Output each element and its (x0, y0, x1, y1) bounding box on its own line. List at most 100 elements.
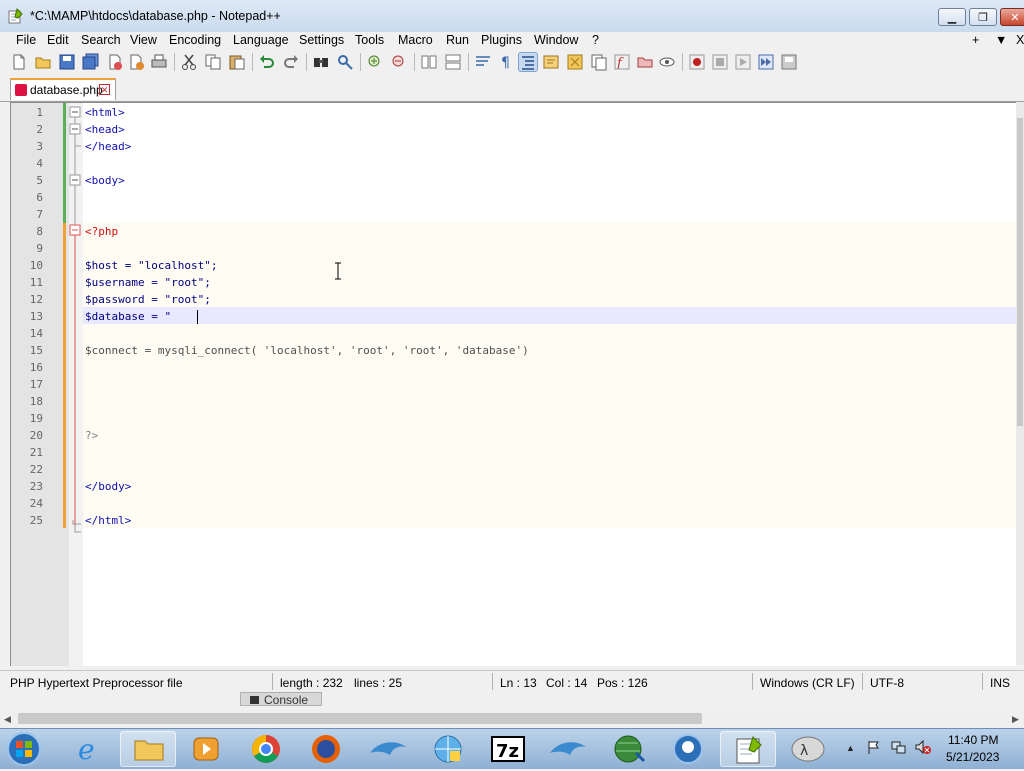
new-tab-plus-icon[interactable]: + (970, 32, 981, 50)
maximize-button[interactable]: ❐ (969, 8, 997, 26)
code-line[interactable]: </html> (85, 512, 131, 529)
tab-list-chevron-down-icon[interactable]: ▼ (993, 32, 1009, 50)
menu-search[interactable]: Search (79, 32, 123, 50)
redo-icon[interactable] (282, 53, 300, 71)
windows-start-icon[interactable] (4, 730, 44, 768)
sync-vertical-scroll-icon[interactable] (420, 53, 438, 71)
user-defined-language-icon[interactable] (542, 53, 560, 71)
action-center-flag-icon[interactable] (866, 739, 882, 755)
record-macro-icon[interactable] (688, 53, 706, 71)
menu-settings[interactable]: Settings (297, 32, 346, 50)
show-all-characters-icon[interactable]: ¶ (497, 53, 515, 71)
line-number: 16 (29, 361, 43, 374)
save-all-icon[interactable] (82, 53, 100, 71)
xampp-icon[interactable]: λ (780, 731, 836, 767)
notepad-plus-plus-icon[interactable] (720, 731, 776, 767)
clock-date[interactable]: 5/21/2023 (946, 750, 999, 764)
menu-bar: File Edit Search View Encoding Language … (0, 32, 1024, 50)
code-line[interactable]: <html> (85, 104, 125, 121)
zoom-in-icon[interactable] (366, 53, 384, 71)
network-icon[interactable] (890, 739, 906, 755)
horizontal-scrollbar-thumb[interactable] (18, 713, 702, 724)
toolbar: ¶ f (0, 50, 1024, 74)
find-icon[interactable] (312, 53, 330, 71)
7zip-icon[interactable]: 7z (480, 731, 536, 767)
undo-icon[interactable] (258, 53, 276, 71)
code-line[interactable]: <?php (85, 223, 118, 240)
code-line[interactable]: $database = " (85, 308, 171, 325)
indent-guide-icon[interactable] (518, 52, 538, 72)
close-button[interactable]: ✕ (1000, 8, 1024, 26)
save-macro-icon[interactable] (780, 53, 798, 71)
dolphin-icon-2[interactable] (540, 731, 596, 767)
close-document-icon[interactable]: X (1014, 32, 1024, 50)
close-file-icon[interactable] (106, 53, 124, 71)
code-line[interactable]: $host = "localhost"; (85, 257, 217, 274)
scroll-right-icon[interactable]: ▶ (1012, 714, 1019, 725)
code-line[interactable]: $username = "root"; (85, 274, 211, 291)
cut-icon[interactable] (180, 53, 198, 71)
menu-macro[interactable]: Macro (396, 32, 435, 50)
code-area[interactable]: <html> <head> </head> <body> <?php $host = "l… (83, 103, 1017, 666)
minimize-button[interactable]: ▁ (938, 8, 966, 26)
stop-recording-icon[interactable] (711, 53, 729, 71)
menu-tools[interactable]: Tools (353, 32, 386, 50)
tab-close-icon[interactable]: ✕ (99, 84, 110, 95)
volume-muted-icon[interactable] (914, 739, 932, 755)
replace-icon[interactable] (336, 53, 354, 71)
code-line[interactable]: ?> (85, 427, 98, 444)
copy-icon[interactable] (204, 53, 222, 71)
text-caret (197, 310, 198, 324)
media-player-icon[interactable] (178, 731, 234, 767)
firefox-icon[interactable] (298, 731, 354, 767)
sync-horizontal-scroll-icon[interactable] (444, 53, 462, 71)
code-line[interactable]: </head> (85, 138, 131, 155)
save-icon[interactable] (58, 53, 76, 71)
menu-view[interactable]: View (128, 32, 159, 50)
function-list-icon[interactable]: f (613, 53, 631, 71)
code-line[interactable]: </body> (85, 478, 131, 495)
tab-database-php[interactable]: database.php ✕ (10, 78, 116, 100)
dolphin-icon[interactable] (360, 731, 416, 767)
menu-edit[interactable]: Edit (45, 32, 71, 50)
menu-plugins[interactable]: Plugins (479, 32, 524, 50)
code-line[interactable]: $connect = mysqli_connect( 'localhost', … (85, 342, 529, 359)
folder-as-workspace-icon[interactable] (636, 53, 654, 71)
new-file-icon[interactable] (10, 53, 28, 71)
chrome-icon[interactable] (238, 731, 294, 767)
clock-time[interactable]: 11:40 PM (948, 733, 998, 747)
document-map-icon[interactable] (566, 53, 584, 71)
svg-text:¶: ¶ (501, 55, 510, 71)
tab-label: database.php (30, 83, 103, 97)
monitoring-eye-icon[interactable] (658, 53, 676, 71)
code-editor[interactable]: 1 2 3 4 5 6 7 8 9 10 11 12 13 14 15 16 17 18 19 20 21 22 23 24 2… (10, 102, 1017, 666)
menu-help[interactable]: ? (590, 32, 601, 50)
paste-icon[interactable] (228, 53, 246, 71)
network-globe-icon[interactable] (420, 731, 476, 767)
menu-run[interactable]: Run (444, 32, 471, 50)
internet-explorer-icon[interactable]: e (62, 731, 118, 767)
blue-circle-app-icon[interactable] (660, 731, 716, 767)
print-icon[interactable] (150, 53, 168, 71)
zoom-out-icon[interactable] (390, 53, 408, 71)
show-hidden-icons-chevron-icon[interactable]: ▲ (846, 743, 855, 753)
close-all-icon[interactable] (128, 53, 146, 71)
code-line[interactable]: <body> (85, 172, 125, 189)
menu-language[interactable]: Language (231, 32, 291, 50)
vertical-scrollbar-thumb[interactable] (1017, 118, 1023, 426)
open-file-icon[interactable] (34, 53, 52, 71)
globe-download-icon[interactable] (600, 731, 656, 767)
run-macro-multiple-icon[interactable] (757, 53, 775, 71)
scroll-left-icon[interactable]: ◀ (4, 714, 11, 725)
menu-file[interactable]: File (14, 32, 38, 50)
code-line[interactable]: $password = "root"; (85, 291, 211, 308)
status-insert-mode: INS (990, 676, 1011, 690)
document-list-icon[interactable] (590, 53, 608, 71)
word-wrap-icon[interactable] (474, 53, 492, 71)
console-label[interactable]: Console (264, 693, 308, 707)
file-explorer-icon[interactable] (120, 731, 176, 767)
code-line[interactable]: <head> (85, 121, 125, 138)
playback-macro-icon[interactable] (734, 53, 752, 71)
menu-encoding[interactable]: Encoding (167, 32, 223, 50)
menu-window[interactable]: Window (532, 32, 580, 50)
